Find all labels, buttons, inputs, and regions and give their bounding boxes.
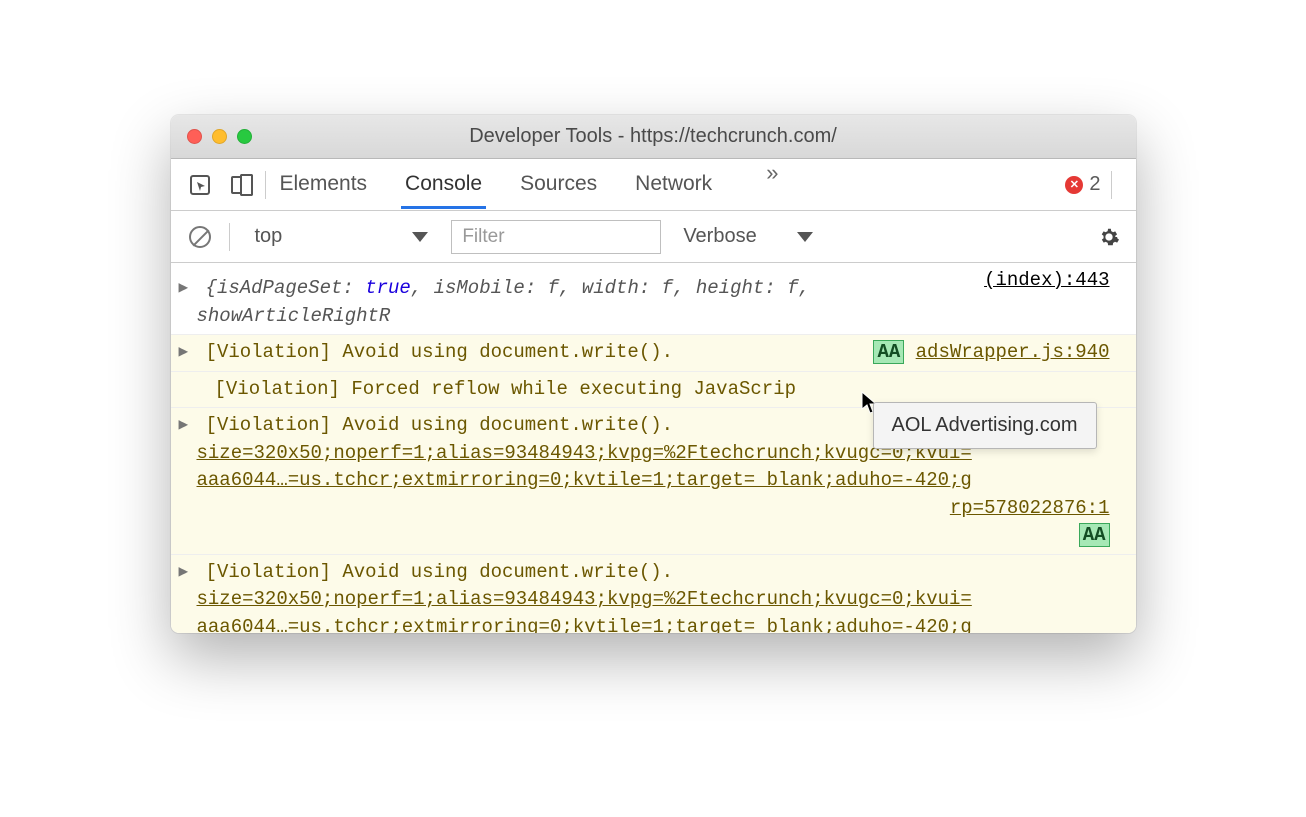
source-link[interactable]: (index):443 — [984, 267, 1109, 295]
message-detail: aaa6044…=us.tchcr;extmirroring=0;kvtile=… — [197, 616, 972, 633]
thirdparty-badge[interactable]: AA — [1079, 523, 1110, 547]
log-level-value: Verbose — [683, 225, 756, 248]
log-level-selector[interactable]: Verbose — [677, 221, 818, 252]
error-count: 2 — [1089, 173, 1100, 196]
badge-tooltip: AOL Advertising.com — [873, 402, 1097, 449]
context-selector[interactable]: top — [248, 220, 436, 253]
more-tabs-button[interactable]: » — [766, 160, 778, 209]
chevron-down-icon — [412, 232, 428, 242]
gear-icon[interactable] — [1098, 226, 1120, 248]
message-detail: aaa6044…=us.tchcr;extmirroring=0;kvtile=… — [197, 469, 972, 491]
console-row[interactable]: (index):443 — [171, 263, 1136, 271]
expand-triangle-icon[interactable]: ▶ — [179, 561, 189, 584]
window-title: Developer Tools - https://techcrunch.com… — [171, 125, 1136, 148]
expand-triangle-icon[interactable]: ▶ — [179, 414, 189, 437]
error-count-badge[interactable]: 2 — [1065, 173, 1100, 196]
console-row[interactable]: AA adsWrapper.js:940 ▶ [Violation] Avoid… — [171, 334, 1136, 371]
message-text: [Violation] Forced reflow while executin… — [215, 378, 797, 400]
filter-input[interactable] — [451, 220, 661, 254]
console-output[interactable]: (index):443 ▶ {isAdPageSet: true, isMobi… — [171, 263, 1136, 633]
chevron-down-icon — [797, 232, 813, 242]
titlebar: Developer Tools - https://techcrunch.com… — [171, 115, 1136, 159]
source-link[interactable]: adsWrapper.js:940 — [916, 341, 1110, 363]
message-text: [Violation] Avoid using document.write()… — [206, 341, 673, 363]
separator — [265, 171, 266, 199]
devtools-tabstrip: Elements Console Sources Network » 2 — [171, 159, 1136, 211]
context-value: top — [255, 225, 283, 248]
tab-console[interactable]: Console — [401, 160, 486, 209]
clear-console-icon[interactable] — [189, 226, 211, 248]
expand-triangle-icon[interactable]: ▶ — [179, 277, 189, 300]
inspect-icon[interactable] — [189, 174, 211, 196]
message-detail: size=320x50;noperf=1;alias=93484943;kvpg… — [197, 588, 972, 610]
separator — [1111, 171, 1112, 199]
message-text: [Violation] Avoid using document.write()… — [206, 561, 673, 583]
thirdparty-badge[interactable]: AA — [873, 340, 904, 364]
console-toolbar: top Verbose — [171, 211, 1136, 263]
message-detail: size=320x50;noperf=1;alias=93484943;kvpg… — [197, 442, 972, 464]
tab-network[interactable]: Network — [631, 160, 716, 209]
console-row[interactable]: ▶ [Violation] Avoid using document.write… — [171, 554, 1136, 633]
error-icon — [1065, 176, 1083, 194]
device-toggle-icon[interactable] — [231, 174, 255, 196]
message-text: [Violation] Avoid using document.write()… — [206, 414, 673, 436]
tab-elements[interactable]: Elements — [276, 160, 372, 209]
message-detail: rp=578022876:1 — [950, 497, 1110, 519]
tab-sources[interactable]: Sources — [516, 160, 601, 209]
separator — [229, 223, 230, 251]
devtools-window: Developer Tools - https://techcrunch.com… — [171, 115, 1136, 633]
expand-triangle-icon[interactable]: ▶ — [179, 341, 189, 364]
